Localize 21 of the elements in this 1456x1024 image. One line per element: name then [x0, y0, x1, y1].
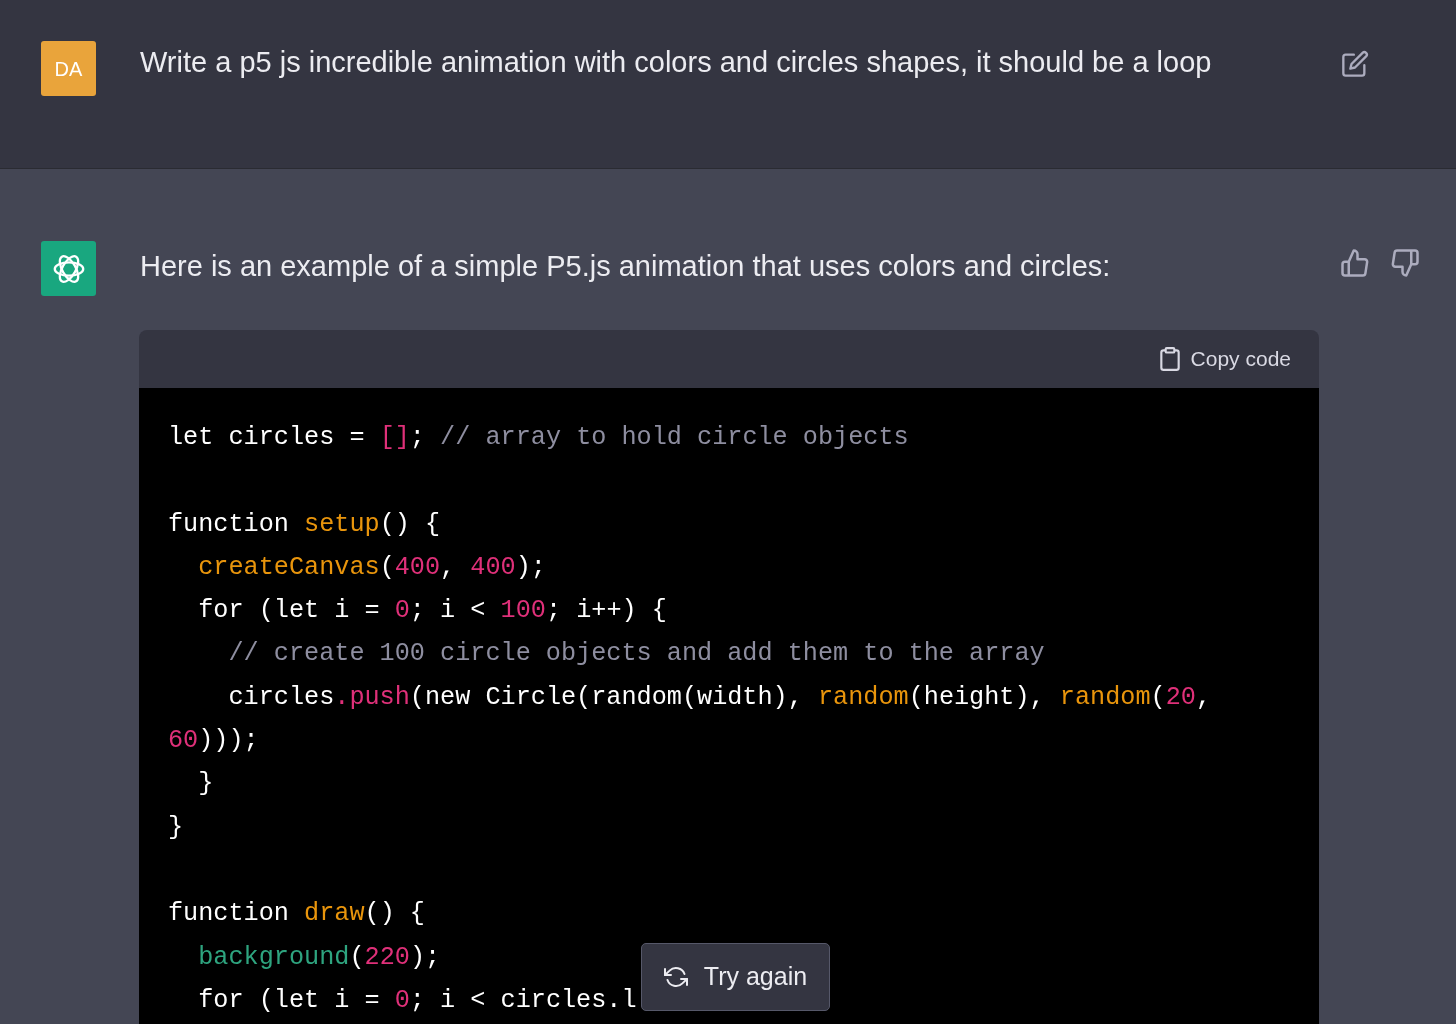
assistant-message: Here is an example of a simple P5.js animation that uses colors and circles: — [140, 249, 1112, 284]
user-message: Write a p5 js incredible animation with colors and circles shapes, it should be a loop — [140, 45, 1213, 80]
code-line: for (let i = 0; i < circles.l — [197, 984, 637, 1017]
code-line: } — [197, 768, 214, 801]
thumbs-down-icon[interactable] — [1390, 248, 1420, 278]
code-line: // create 100 circle objects and add them to the array — [227, 638, 1045, 671]
user-avatar: DA — [41, 41, 96, 96]
code-line: 60))); — [168, 725, 259, 758]
thumbs-up-icon[interactable] — [1340, 248, 1370, 278]
edit-icon[interactable] — [1341, 50, 1369, 78]
code-line: background(220); — [197, 941, 441, 974]
code-line: let circles = []; // array to hold circle objects — [168, 422, 909, 454]
code-line: function setup() { — [168, 508, 441, 541]
try-again-button[interactable]: Try again — [641, 943, 830, 1011]
refresh-icon — [663, 965, 688, 989]
code-line: function draw() { — [168, 898, 425, 931]
code-line: for (let i = 0; i < 100; i++) { — [197, 595, 667, 628]
code-line: createCanvas(400, 400); — [197, 551, 546, 584]
code-line: circles.push(new Circle(random(width), random(height), random(20, — [227, 681, 1211, 714]
copy-code-button[interactable]: Copy code — [1156, 343, 1291, 375]
code-line: } — [168, 811, 184, 844]
